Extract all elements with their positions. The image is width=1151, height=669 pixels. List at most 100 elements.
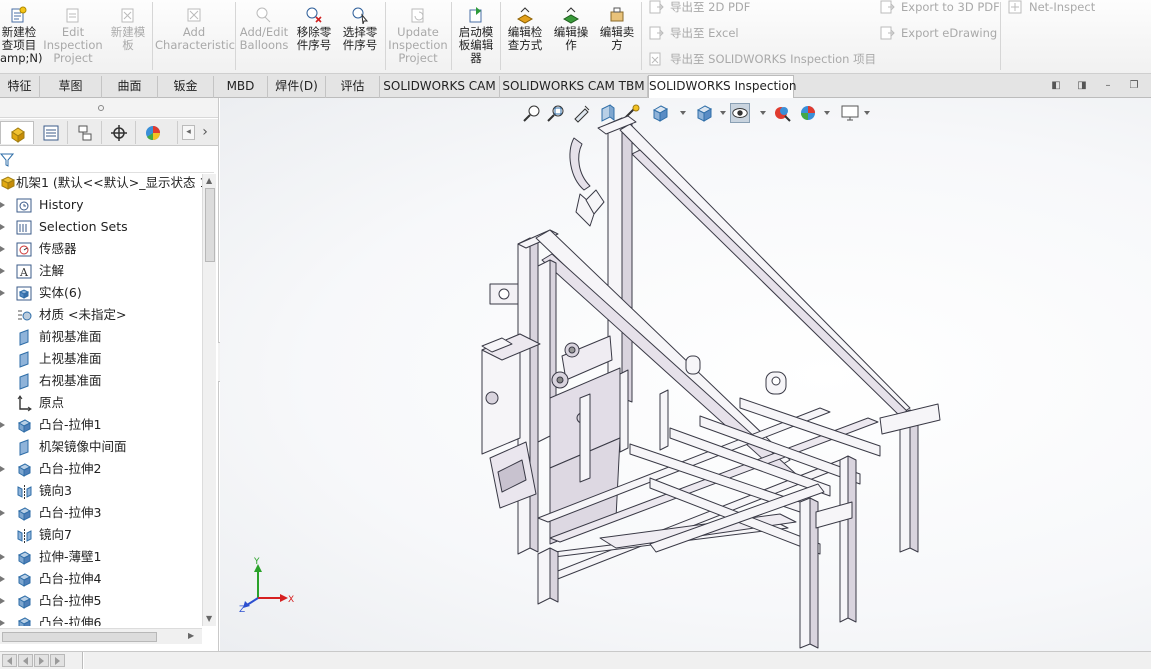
- tile-right-icon[interactable]: ◨: [1076, 80, 1088, 92]
- graphics-area[interactable]: Y X Z: [220, 98, 1151, 651]
- tree-horizontal-scrollbar[interactable]: ▶: [0, 628, 202, 644]
- tab-scroll-left-icon[interactable]: ◂: [182, 125, 195, 140]
- next-sheet-icon[interactable]: [34, 654, 49, 667]
- tab-surfaces[interactable]: 曲面: [102, 76, 158, 98]
- tree-item[interactable]: 机架镜像中间面: [0, 436, 202, 458]
- last-sheet-icon[interactable]: [50, 654, 65, 667]
- tab-solidworks-cam-tbm[interactable]: SOLIDWORKS CAM TBM: [500, 76, 648, 98]
- tree-item-label: 注解: [39, 263, 65, 278]
- feature-manager-panel: ◂ › 机架1 (默认<<默认>_显示状态 1 History Selection…: [0, 98, 219, 651]
- expand-arrow-icon[interactable]: [0, 224, 5, 230]
- tree-item[interactable]: 凸台-拉伸1: [0, 414, 202, 436]
- export-sw-inspection-button[interactable]: 导出至 SOLIDWORKS Inspection 项目: [648, 50, 876, 68]
- tree-filter-bar[interactable]: [0, 147, 214, 173]
- configuration-manager-tab[interactable]: [68, 121, 102, 144]
- tab-evaluate[interactable]: 评估: [326, 76, 380, 98]
- tree-item[interactable]: 上视基准面: [0, 348, 202, 370]
- tab-scroll-right-icon[interactable]: ›: [198, 122, 212, 142]
- expand-arrow-icon[interactable]: [0, 576, 5, 582]
- tree-item[interactable]: 镜向7: [0, 524, 202, 546]
- first-sheet-icon[interactable]: [2, 654, 17, 667]
- scroll-down-icon[interactable]: ▼: [206, 614, 212, 623]
- tree-item[interactable]: 原点: [0, 392, 202, 414]
- expand-arrow-icon[interactable]: [0, 422, 5, 428]
- expand-arrow-icon[interactable]: [0, 290, 5, 296]
- tab-sheet-metal[interactable]: 钣金: [158, 76, 214, 98]
- edit-inspection-method-button[interactable]: 编辑检 查方式: [502, 0, 548, 70]
- prev-sheet-icon[interactable]: [18, 654, 33, 667]
- new-inspection-project-button[interactable]: 新建检 查项目 amp;N): [0, 0, 43, 70]
- ribbon-separator: [385, 2, 386, 70]
- feature-tree-icon: [11, 127, 25, 143]
- property-manager-tab[interactable]: [34, 121, 68, 144]
- tree-item[interactable]: A 注解: [0, 260, 202, 282]
- tab-weldments[interactable]: 焊件(D): [268, 76, 326, 98]
- tree-item[interactable]: History: [0, 194, 202, 216]
- panel-grip[interactable]: [0, 98, 218, 118]
- tree-item-label: 凸台-拉伸6: [39, 615, 102, 626]
- tile-left-icon[interactable]: ◧: [1050, 80, 1062, 92]
- launch-template-editor-button[interactable]: 启动模 板编辑 器: [453, 0, 499, 70]
- net-inspect-button[interactable]: Net-Inspect: [1007, 0, 1095, 16]
- display-manager-tab[interactable]: [136, 121, 178, 144]
- export-3d-pdf-label: Export to 3D PDF: [901, 0, 1000, 14]
- tree-item[interactable]: 前视基准面: [0, 326, 202, 348]
- export-project-icon: [649, 52, 661, 66]
- new-template-button[interactable]: 新建模 板: [106, 0, 150, 70]
- export-2d-pdf-button[interactable]: 导出至 2D PDF: [648, 0, 750, 16]
- new-inspection-project-label: 新建检 查项目 amp;N): [0, 25, 43, 65]
- expand-arrow-icon[interactable]: [0, 466, 5, 472]
- filter-icon[interactable]: [0, 152, 14, 168]
- export-edrawing-button[interactable]: Export eDrawing: [879, 24, 997, 42]
- expand-arrow-icon[interactable]: [0, 268, 5, 274]
- tree-item[interactable]: 凸台-拉伸3: [0, 502, 202, 524]
- expand-arrow-icon[interactable]: [0, 202, 5, 208]
- expand-arrow-icon[interactable]: [0, 620, 5, 626]
- sheet-tab[interactable]: [82, 652, 84, 669]
- tab-solidworks-cam[interactable]: SOLIDWORKS CAM: [380, 76, 500, 98]
- tab-sketch[interactable]: 草图: [40, 76, 102, 98]
- expand-arrow-icon[interactable]: [0, 246, 5, 252]
- expand-arrow-icon[interactable]: [0, 510, 5, 516]
- tree-vertical-scrollbar[interactable]: ▲ ▼: [202, 174, 216, 626]
- ribbon-separator: [500, 2, 501, 70]
- tree-item[interactable]: 凸台-拉伸2: [0, 458, 202, 480]
- history-icon: [16, 197, 33, 214]
- minimize-icon[interactable]: –: [1102, 80, 1114, 92]
- tree-item[interactable]: 材质 <未指定>: [0, 304, 202, 326]
- restore-icon[interactable]: ❐: [1128, 80, 1140, 92]
- tree-item[interactable]: 右视基准面: [0, 370, 202, 392]
- edit-inspection-project-button[interactable]: Edit Inspection Project: [42, 0, 104, 70]
- scroll-thumb[interactable]: [205, 188, 215, 262]
- h-scroll-thumb[interactable]: [2, 632, 157, 642]
- tree-item[interactable]: 凸台-拉伸5: [0, 590, 202, 612]
- feature-manager-tab[interactable]: [0, 121, 34, 144]
- tree-root-part[interactable]: 机架1 (默认<<默认>_显示状态 1: [0, 174, 202, 194]
- tree-item[interactable]: 传感器: [0, 238, 202, 260]
- tree-item[interactable]: 凸台-拉伸4: [0, 568, 202, 590]
- cad-model-frame[interactable]: [220, 98, 1151, 651]
- expand-arrow-icon[interactable]: [0, 554, 5, 560]
- remove-part-number-button[interactable]: 移除零 件序号: [292, 0, 336, 70]
- tree-item[interactable]: Selection Sets: [0, 216, 202, 238]
- tab-solidworks-inspection[interactable]: SOLIDWORKS Inspection: [648, 75, 796, 99]
- add-characteristic-button[interactable]: Add Characteristic: [155, 0, 235, 70]
- update-inspection-project-button[interactable]: Update Inspection Project: [387, 0, 449, 70]
- tree-item[interactable]: 镜向3: [0, 480, 202, 502]
- export-3d-pdf-button[interactable]: Export to 3D PDF: [879, 0, 1000, 16]
- tree-item[interactable]: 凸台-拉伸6: [0, 612, 202, 626]
- tree-item[interactable]: 拉伸-薄壁1: [0, 546, 202, 568]
- edit-vendor-button[interactable]: 编辑卖 方: [596, 0, 638, 70]
- dimxpert-tab[interactable]: [102, 121, 136, 144]
- select-part-number-button[interactable]: 选择零 件序号: [338, 0, 382, 70]
- tree-item[interactable]: 实体(6): [0, 282, 202, 304]
- tab-mbd[interactable]: MBD: [214, 76, 268, 98]
- add-edit-balloons-button[interactable]: Add/Edit Balloons: [237, 0, 291, 70]
- scroll-up-icon[interactable]: ▲: [206, 176, 212, 185]
- tree-item-label: History: [39, 197, 84, 212]
- expand-arrow-icon[interactable]: [0, 598, 5, 604]
- edit-operation-button[interactable]: 编辑操 作: [550, 0, 592, 70]
- scroll-right-icon[interactable]: ▶: [188, 631, 194, 640]
- export-excel-button[interactable]: 导出至 Excel: [648, 24, 739, 42]
- tab-features[interactable]: 特征: [0, 76, 40, 98]
